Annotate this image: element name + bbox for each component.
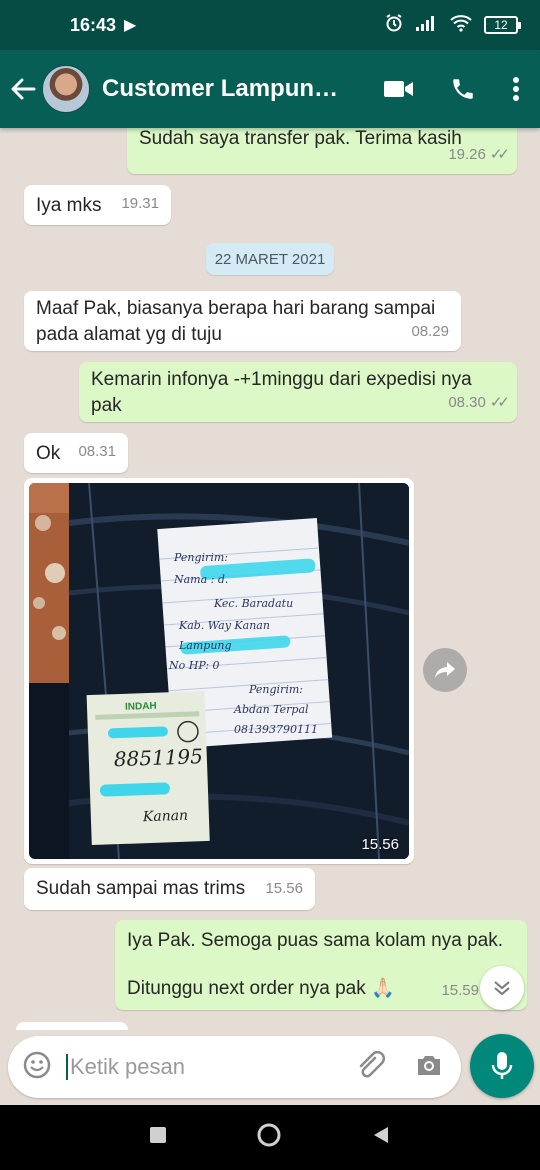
status-bar: 16:43 ▶ 12 [0, 0, 540, 50]
message-outgoing[interactable]: Iya Pak. Semoga puas sama kolam nya pak.… [115, 920, 527, 1010]
note-line: Kec. Baradatu [213, 597, 293, 610]
message-time: 15.59 [441, 982, 479, 999]
wifi-icon [450, 14, 472, 37]
note-line: Kab. Way Kanan [178, 619, 270, 632]
message-incoming[interactable]: Iya mks 19.31 [24, 185, 171, 225]
message-time: 19.26 [448, 146, 486, 163]
message-time: 15.56 [265, 880, 303, 897]
message-time: 19.31 [121, 195, 159, 212]
composer-tools [355, 1050, 447, 1085]
note-line: Nama : d. [173, 573, 228, 586]
back-arrow-icon[interactable] [10, 76, 40, 102]
message-image[interactable]: Pengirim: Nama : d. Kec. Baradatu Kab. W… [24, 478, 414, 864]
home-icon[interactable] [256, 1122, 282, 1153]
voice-call-icon[interactable] [450, 76, 476, 102]
double-chevron-down-icon [494, 981, 510, 996]
note-line: Lampung [178, 639, 232, 652]
message-text: Kemarin infonya -+1minggu dari expedisi … [91, 369, 472, 416]
note-line: 081393790111 [234, 723, 318, 736]
more-vert-icon[interactable] [512, 76, 520, 102]
message-incoming[interactable]: Ok 08.31 [24, 433, 128, 473]
label-brand: INDAH [125, 701, 157, 713]
message-time: 15.56 [361, 836, 399, 853]
message-composer: Ketik pesan [8, 1036, 461, 1098]
message-text: Iya Pak. Semoga puas sama kolam nya pak. [127, 930, 503, 951]
read-ticks-icon: ✓✓ [489, 146, 510, 163]
message-input[interactable]: Ketik pesan [66, 1054, 185, 1080]
avatar[interactable] [42, 65, 90, 113]
message-meta: 19.26 ✓✓ [448, 142, 510, 168]
alarm-icon [384, 13, 404, 38]
video-call-icon[interactable] [384, 79, 414, 99]
note-line: Pengirim: [248, 683, 303, 696]
status-icons: 12 [384, 13, 521, 38]
signal-icon [416, 15, 438, 36]
camera-icon[interactable] [415, 1053, 443, 1082]
message-text: Maaf Pak, biasanya berapa hari barang sa… [36, 298, 436, 345]
recents-icon[interactable] [150, 1127, 166, 1148]
note-line: Abdan Terpal [233, 703, 309, 716]
message-meta: 08.30 ✓✓ [448, 390, 510, 416]
battery-icon: 12 [484, 16, 521, 34]
system-nav-bar [0, 1105, 540, 1170]
date-divider: 22 MARET 2021 [206, 243, 334, 275]
emoji-icon[interactable] [22, 1050, 52, 1085]
play-store-icon: ▶ [124, 17, 137, 34]
contact-name[interactable]: Customer Lampung... [102, 75, 347, 103]
attach-icon[interactable] [355, 1050, 386, 1085]
forward-icon[interactable] [423, 648, 467, 692]
message-text: Iya mks [36, 195, 102, 216]
message-incoming[interactable]: Sudah sampai mas trims 15.56 [24, 868, 315, 910]
label-code: 8851195 [113, 744, 203, 771]
mic-icon [491, 1052, 513, 1079]
header-actions [384, 76, 530, 102]
label-extra: Kanan [142, 808, 189, 826]
mic-button[interactable] [470, 1034, 534, 1098]
chat-header: Customer Lampung... [0, 50, 540, 128]
message-time: 08.30 [448, 394, 486, 411]
scroll-down-button[interactable] [480, 966, 524, 1010]
message-text: Ok [36, 443, 61, 464]
read-ticks-icon: ✓✓ [489, 394, 510, 411]
message-outgoing[interactable]: Sudah saya transfer pak. Terima kasih 19… [127, 128, 517, 174]
chat-area[interactable]: Sudah saya transfer pak. Terima kasih 19… [0, 128, 540, 1030]
back-icon[interactable] [372, 1126, 390, 1149]
shipment-photo[interactable]: Pengirim: Nama : d. Kec. Baradatu Kab. W… [29, 483, 409, 859]
note-line: Pengirim: [173, 551, 228, 564]
message-outgoing[interactable]: Kemarin infonya -+1minggu dari expedisi … [79, 362, 517, 422]
clock: 16:43 [70, 14, 117, 35]
message-text: Sudah sampai mas trims [36, 878, 246, 899]
message-incoming[interactable]: Maaf Pak, biasanya berapa hari barang sa… [24, 291, 461, 351]
message-time: 08.31 [78, 443, 116, 460]
note-line: No HP: 0 [168, 659, 220, 672]
message-time: 08.29 [411, 323, 449, 340]
message-incoming[interactable] [16, 1022, 128, 1030]
